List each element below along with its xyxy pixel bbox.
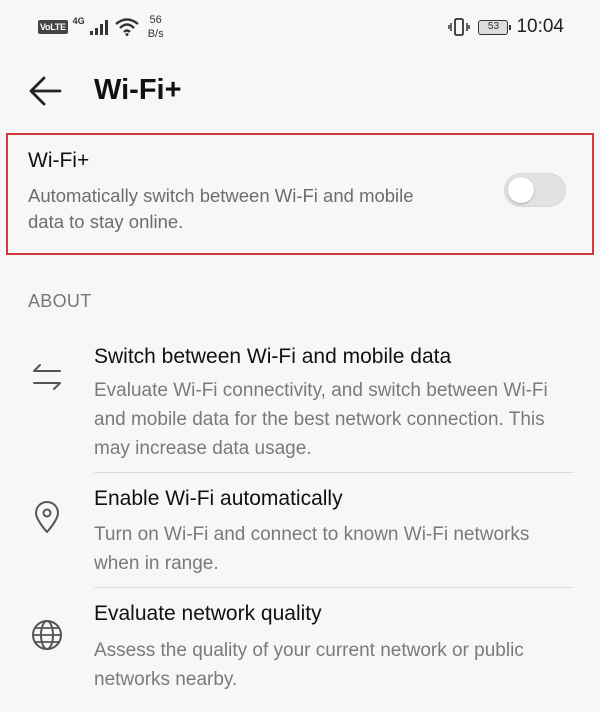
divider: [94, 587, 574, 588]
status-bar: VoLTE 4G 56 B/s 53 10:04: [0, 0, 600, 52]
location-pin-icon: [28, 498, 66, 536]
about-item-title: Evaluate network quality: [94, 602, 322, 625]
speed-unit: B/s: [147, 28, 164, 40]
back-button[interactable]: [26, 73, 66, 109]
about-item-title: Switch between Wi-Fi and mobile data: [94, 345, 452, 368]
battery-indicator: 53: [478, 19, 512, 35]
app-bar: Wi-Fi+: [0, 62, 600, 120]
wifi-plus-toggle[interactable]: [504, 173, 566, 207]
wifi-icon: [114, 18, 139, 36]
about-item-title: Enable Wi-Fi automatically: [94, 487, 343, 510]
globe-icon: [28, 616, 66, 654]
wifi-plus-title: Wi-Fi+: [28, 149, 90, 172]
toggle-knob: [508, 177, 534, 203]
about-item-description: Turn on Wi-Fi and connect to known Wi-Fi…: [94, 524, 530, 574]
swap-arrows-icon: [28, 358, 66, 396]
wifi-plus-description: Automatically switch between Wi-Fi and m…: [28, 185, 414, 232]
about-item-description: Assess the quality of your current netwo…: [94, 640, 524, 690]
about-item-description: Evaluate Wi-Fi connectivity, and switch …: [94, 380, 548, 459]
status-left: VoLTE 4G 56 B/s: [38, 12, 164, 42]
wifi-plus-setting[interactable]: Wi-Fi+ Automatically switch between Wi-F…: [6, 133, 594, 255]
network-type: 4G: [72, 16, 85, 26]
clock: 10:04: [516, 16, 564, 37]
data-speed: 56 B/s: [148, 13, 164, 41]
about-section-header: ABOUT: [28, 291, 92, 311]
arrow-left-icon: [29, 76, 62, 106]
about-item-switch: Switch between Wi-Fi and mobile data Eva…: [0, 340, 600, 475]
status-right: 53 10:04: [448, 12, 564, 42]
vibrate-icon: [448, 18, 471, 36]
signal-icon: [89, 20, 108, 35]
about-item-enable-wifi: Enable Wi-Fi automatically Turn on Wi-Fi…: [0, 484, 600, 589]
divider: [94, 472, 574, 473]
page-title: Wi-Fi+: [94, 74, 182, 106]
volte-badge: VoLTE: [38, 20, 68, 34]
speed-value: 56: [149, 14, 162, 26]
about-item-evaluate-quality: Evaluate network quality Assess the qual…: [0, 598, 600, 708]
